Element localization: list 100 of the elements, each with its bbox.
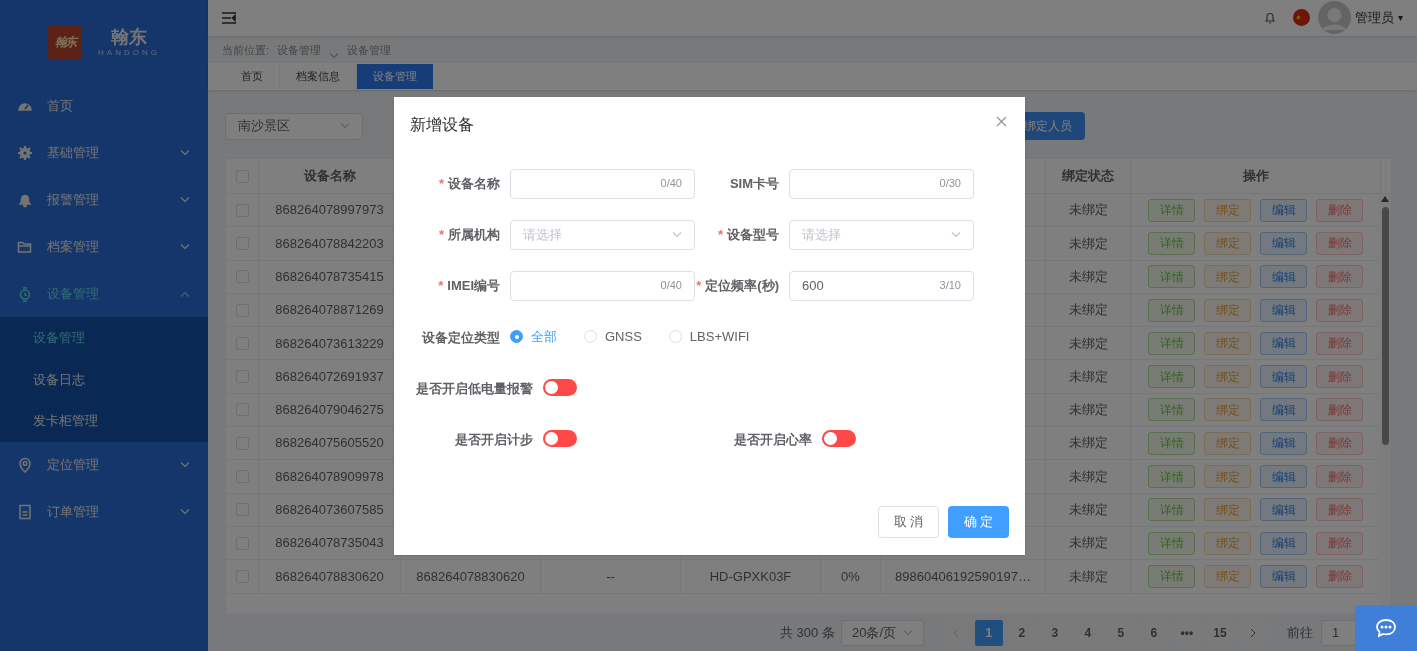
field-label: * 所属机构 xyxy=(438,226,500,242)
row-action-button[interactable]: 编辑 xyxy=(1260,465,1307,488)
row-action-button[interactable]: 绑定 xyxy=(1204,431,1251,455)
row-action-button[interactable]: 详情 xyxy=(1148,531,1195,555)
row-action-button[interactable]: 绑定 xyxy=(1204,564,1251,588)
table-cell-text: 868264075605520 xyxy=(275,434,384,453)
input-field[interactable]: 600 3/10 xyxy=(789,270,974,301)
row-action-button[interactable]: 详情 xyxy=(1148,398,1195,422)
row-action-button[interactable]: 绑定 xyxy=(1204,498,1251,522)
row-action-button[interactable]: 详情 xyxy=(1148,331,1195,355)
row-action-button[interactable]: 删除 xyxy=(1316,231,1363,255)
table-cell-text: HD-GPXK03F xyxy=(709,567,792,586)
row-action-button[interactable]: 详情 xyxy=(1148,198,1195,222)
flag-icon[interactable] xyxy=(1293,9,1310,27)
caret-icon[interactable]: ▾ xyxy=(1398,10,1403,26)
row-action-button[interactable]: 编辑 xyxy=(1260,331,1307,355)
row-action-button[interactable]: 删除 xyxy=(1316,531,1363,555)
page-tab[interactable]: 首页 xyxy=(225,63,280,89)
row-action-button[interactable]: 编辑 xyxy=(1260,365,1307,389)
row-action-button[interactable]: 删除 xyxy=(1316,198,1363,222)
row-action-button[interactable]: 绑定 xyxy=(1204,365,1251,389)
confirm-button[interactable]: 确 定 xyxy=(948,506,1009,538)
chat-button[interactable] xyxy=(1355,605,1417,651)
row-action-button[interactable]: 绑定 xyxy=(1204,331,1251,355)
row-action-button[interactable]: 删除 xyxy=(1316,498,1363,522)
sidebar-menu-item[interactable]: 基础管理 xyxy=(0,129,208,176)
row-action-button[interactable]: 详情 xyxy=(1148,465,1195,488)
row-action-button[interactable]: 编辑 xyxy=(1260,564,1307,588)
page-button[interactable]: 1 xyxy=(974,620,1003,646)
row-action-button[interactable]: 绑定 xyxy=(1204,231,1251,255)
row-action-button[interactable]: 删除 xyxy=(1316,564,1363,588)
table-cell-text: 868264072691937 xyxy=(275,367,384,386)
toggle-switch[interactable] xyxy=(543,430,577,447)
cancel-button[interactable]: 取 消 xyxy=(878,506,939,538)
sidebar-menu-item[interactable]: 定位管理 xyxy=(0,441,208,489)
row-action-button[interactable]: 编辑 xyxy=(1260,298,1307,322)
radio-button[interactable] xyxy=(510,330,523,343)
row-action-button[interactable]: 编辑 xyxy=(1260,398,1307,422)
scrollbar-thumb[interactable] xyxy=(1381,207,1389,445)
toggle-switch[interactable] xyxy=(822,430,856,447)
sidebar-menu-item[interactable]: 档案管理 xyxy=(0,223,208,270)
row-action-button[interactable]: 详情 xyxy=(1148,564,1195,588)
row-action-button[interactable]: 删除 xyxy=(1316,465,1363,488)
character-counter: 0/40 xyxy=(660,278,682,294)
radio-option[interactable]: GNSS xyxy=(584,326,642,347)
input-field[interactable]: 0/30 xyxy=(789,168,974,199)
row-action-button[interactable]: 删除 xyxy=(1316,331,1363,355)
row-action-button[interactable]: 删除 xyxy=(1316,298,1363,322)
menu-fold-icon[interactable] xyxy=(222,11,236,24)
row-action-button[interactable]: 详情 xyxy=(1148,298,1195,322)
row-action-button[interactable]: 编辑 xyxy=(1260,431,1307,455)
row-action-button[interactable]: 删除 xyxy=(1316,398,1363,422)
row-action-button[interactable]: 编辑 xyxy=(1260,498,1307,522)
column-header: 绑定状态 xyxy=(1062,167,1114,186)
row-action-button[interactable]: 详情 xyxy=(1148,231,1195,255)
chevron-down-icon xyxy=(180,462,190,468)
row-action-button[interactable]: 编辑 xyxy=(1260,198,1307,222)
chevron-down-icon xyxy=(329,52,340,59)
row-action-button[interactable]: 编辑 xyxy=(1260,531,1307,555)
submenu-item[interactable]: 设备日志 xyxy=(0,358,208,400)
row-action-button[interactable]: 编辑 xyxy=(1260,231,1307,255)
row-action-button[interactable]: 删除 xyxy=(1316,365,1363,389)
row-action-button[interactable]: 详情 xyxy=(1148,365,1195,389)
page-size-select[interactable]: 20条/页 xyxy=(840,620,924,646)
input-field[interactable]: 0/40 xyxy=(510,270,695,301)
row-action-button[interactable]: 绑定 xyxy=(1204,531,1251,555)
select-field[interactable]: 请选择 xyxy=(510,219,695,250)
submenu-item[interactable]: 发卡柜管理 xyxy=(0,400,208,442)
table-cell-text: 0% xyxy=(841,567,860,586)
bell-icon[interactable] xyxy=(1264,11,1276,25)
sidebar-menu-item[interactable]: 报警管理 xyxy=(0,176,208,223)
row-action-button[interactable]: 删除 xyxy=(1316,265,1363,289)
radio-option[interactable]: 全部 xyxy=(510,326,557,347)
row-action-button[interactable]: 绑定 xyxy=(1204,398,1251,422)
row-action-button[interactable]: 详情 xyxy=(1148,265,1195,289)
submenu-item[interactable]: 设备管理 xyxy=(0,317,208,359)
sidebar-menu-item[interactable]: 首页 xyxy=(0,82,208,129)
select-field[interactable]: 请选择 xyxy=(789,219,974,250)
watch-icon xyxy=(17,285,33,302)
row-action-button[interactable]: 绑定 xyxy=(1204,465,1251,488)
logo-mark: 翰东 xyxy=(48,25,83,59)
row-action-button[interactable]: 详情 xyxy=(1148,498,1195,522)
row-action-button[interactable]: 编辑 xyxy=(1260,265,1307,289)
row-action-button[interactable]: 详情 xyxy=(1148,431,1195,455)
input-field[interactable]: 0/40 xyxy=(510,168,695,199)
close-icon[interactable] xyxy=(996,116,1007,127)
document-icon xyxy=(17,504,33,520)
row-action-button[interactable]: 绑定 xyxy=(1204,265,1251,289)
sidebar-menu-item[interactable]: 订单管理 xyxy=(0,488,208,536)
row-action-button[interactable]: 删除 xyxy=(1316,431,1363,455)
avatar-icon[interactable] xyxy=(1318,1,1351,35)
area-select[interactable]: 南沙景区 xyxy=(225,112,364,140)
chevron-left-icon xyxy=(952,628,959,638)
user-name[interactable]: 管理员 xyxy=(1355,8,1394,28)
toggle-switch[interactable] xyxy=(543,379,577,396)
page-tab[interactable]: 设备管理 xyxy=(357,63,433,89)
radio-option[interactable]: LBS+WIFI xyxy=(668,326,750,347)
row-action-button[interactable]: 绑定 xyxy=(1204,198,1251,222)
switch-label: 是否开启心率 xyxy=(734,431,812,447)
row-action-button[interactable]: 绑定 xyxy=(1204,298,1251,322)
